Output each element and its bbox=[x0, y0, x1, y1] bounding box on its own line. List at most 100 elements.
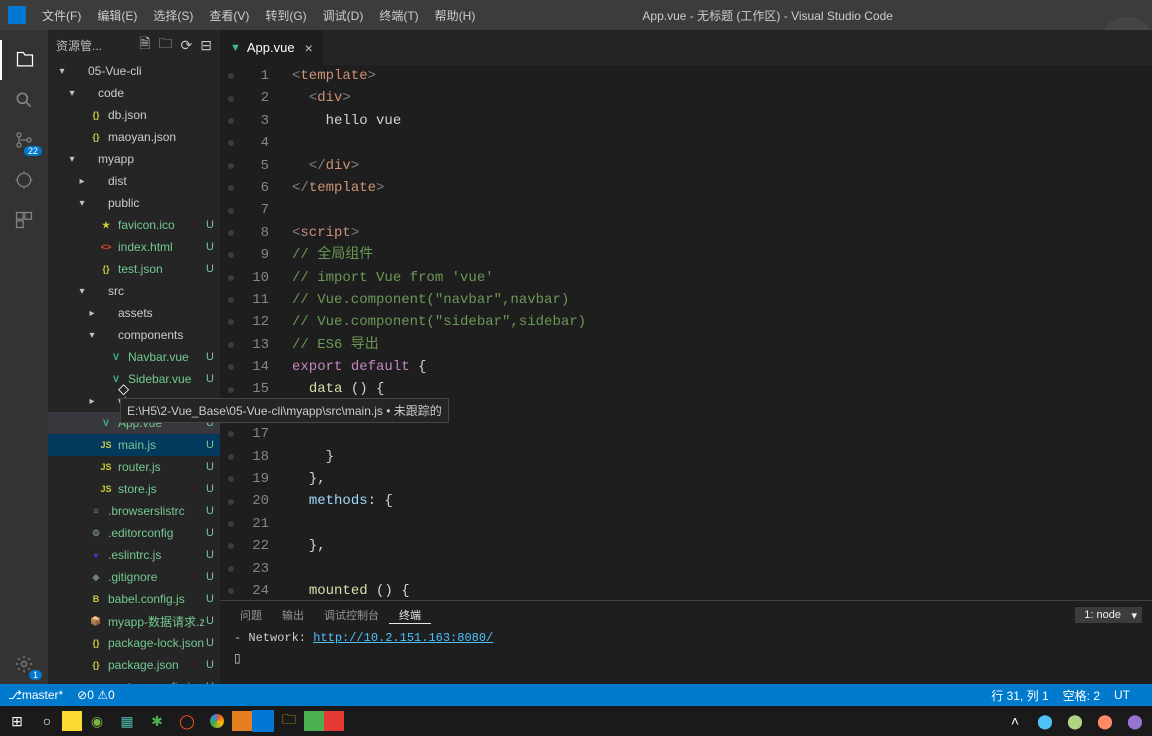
refresh-icon[interactable]: ⟳ bbox=[181, 37, 193, 54]
status-errors[interactable]: ⊘ 0 ⚠ 0 bbox=[77, 688, 115, 702]
terminal-network-url[interactable]: http://10.2.151.163:8080/ bbox=[313, 631, 493, 645]
explorer-icon[interactable] bbox=[0, 40, 48, 80]
menu-file[interactable]: 文件(F) bbox=[34, 7, 89, 24]
taskbar-app-5[interactable]: ◯ bbox=[172, 707, 202, 735]
folder-code[interactable]: ▾code bbox=[48, 82, 220, 104]
taskbar-app-10[interactable] bbox=[324, 711, 344, 731]
file--browserslistrc[interactable]: ≡.browserslistrcU bbox=[48, 500, 220, 522]
{}-icon: {} bbox=[88, 110, 104, 120]
file-package-lock-json[interactable]: {}package-lock.jsonU bbox=[48, 632, 220, 654]
tab-app-vue[interactable]: ▼ App.vue × bbox=[220, 30, 324, 65]
taskbar-app-7[interactable] bbox=[232, 711, 252, 731]
tree-item-label: .gitignore bbox=[108, 570, 204, 584]
tray-icon-1[interactable]: ⬤ bbox=[1030, 707, 1060, 735]
tree-item-label: index.html bbox=[118, 240, 204, 254]
close-icon[interactable]: × bbox=[305, 40, 313, 56]
collapse-icon[interactable]: ⊟ bbox=[200, 37, 212, 54]
status-branch[interactable]: ⎇ master* bbox=[8, 688, 63, 702]
folder-myapp[interactable]: ▾myapp bbox=[48, 148, 220, 170]
source-control-icon[interactable]: 22 bbox=[0, 120, 48, 160]
taskbar-app-6[interactable] bbox=[202, 707, 232, 735]
taskbar-app-3[interactable]: ▦ bbox=[112, 707, 142, 735]
gear-icon[interactable]: 1 bbox=[0, 644, 48, 684]
tree-item-label: maoyan.json bbox=[108, 130, 204, 144]
status-spaces[interactable]: 空格: 2 bbox=[1063, 687, 1100, 704]
file-test-json[interactable]: {}test.jsonU bbox=[48, 258, 220, 280]
file-maoyan-json[interactable]: {} maoyan.json bbox=[48, 126, 220, 148]
panel-tab-output[interactable]: 输出 bbox=[272, 607, 314, 623]
file-postcss-config-js[interactable]: ●postcss.config.jsU bbox=[48, 676, 220, 684]
editor-area: ▼ App.vue × 1234567891011121314151617181… bbox=[220, 30, 1152, 684]
file-index-html[interactable]: <>index.htmlU bbox=[48, 236, 220, 258]
file-babel-config-js[interactable]: Bbabel.config.jsU bbox=[48, 588, 220, 610]
new-folder-icon[interactable]: 🗀 bbox=[159, 33, 173, 57]
panel-tab-terminal[interactable]: 终端 bbox=[389, 607, 431, 624]
tree-item-label: Navbar.vue bbox=[128, 350, 204, 364]
menu-debug[interactable]: 调试(D) bbox=[315, 7, 372, 24]
folder-assets[interactable]: ▸assets bbox=[48, 302, 220, 324]
menu-help[interactable]: 帮助(H) bbox=[427, 7, 484, 24]
taskbar-app-9[interactable] bbox=[304, 711, 324, 731]
folder-05-Vue-cli[interactable]: ▾05-Vue-cli bbox=[48, 60, 220, 82]
file-favicon-ico[interactable]: ★favicon.icoU bbox=[48, 214, 220, 236]
taskbar-app-4[interactable]: ✱ bbox=[142, 707, 172, 735]
menu-edit[interactable]: 编辑(E) bbox=[89, 7, 145, 24]
menu-view[interactable]: 查看(V) bbox=[201, 7, 257, 24]
terminal-cursor: ▯ bbox=[234, 652, 241, 666]
folder-dist[interactable]: ▸dist bbox=[48, 170, 220, 192]
tab-label: App.vue bbox=[247, 40, 295, 55]
file-db-json[interactable]: {}db.json bbox=[48, 104, 220, 126]
start-icon[interactable]: ⊞ bbox=[2, 707, 32, 735]
taskbar-app-8[interactable]: 🗀 bbox=[274, 707, 304, 735]
tree-item-label: store.js bbox=[118, 482, 204, 496]
taskbar-app-2[interactable]: ◉ bbox=[82, 707, 112, 735]
file-main-js[interactable]: JSmain.jsU bbox=[48, 434, 220, 456]
editor-tabs: ▼ App.vue × bbox=[220, 30, 1152, 65]
{}-icon: {} bbox=[88, 132, 104, 142]
file-router-js[interactable]: JSrouter.jsU bbox=[48, 456, 220, 478]
search-icon[interactable] bbox=[0, 80, 48, 120]
menu-goto[interactable]: 转到(G) bbox=[257, 7, 314, 24]
tray-icon-4[interactable]: ⬤ bbox=[1120, 707, 1150, 735]
file-tree[interactable]: ▾05-Vue-cli▾code{}db.json{}maoyan.json▾m… bbox=[48, 60, 220, 684]
menu-select[interactable]: 选择(S) bbox=[145, 7, 201, 24]
tree-item-label: router.js bbox=[118, 460, 204, 474]
taskbar-vscode[interactable] bbox=[252, 710, 274, 732]
new-file-icon[interactable]: 🗎 bbox=[139, 33, 150, 57]
file--gitignore[interactable]: ◆.gitignoreU bbox=[48, 566, 220, 588]
file--eslintrc-js[interactable]: ●.eslintrc.jsU bbox=[48, 544, 220, 566]
file--editorconfig[interactable]: ⚙.editorconfigU bbox=[48, 522, 220, 544]
terminal-body[interactable]: - Network: http://10.2.151.163:8080/ ▯ bbox=[220, 629, 1152, 684]
git-status: U bbox=[204, 549, 216, 561]
terminal-dropdown[interactable]: 1: node bbox=[1075, 607, 1142, 623]
folder-public[interactable]: ▾public bbox=[48, 192, 220, 214]
menu-terminal[interactable]: 终端(T) bbox=[371, 7, 426, 24]
⚙-icon: ⚙ bbox=[88, 528, 104, 539]
folder-components[interactable]: ▾components bbox=[48, 324, 220, 346]
activity-bar: 22 1 bbox=[0, 30, 48, 684]
folder-src[interactable]: ▾src bbox=[48, 280, 220, 302]
file-store-js[interactable]: JSstore.jsU bbox=[48, 478, 220, 500]
tray-icon-2[interactable]: ⬤ bbox=[1060, 707, 1090, 735]
gear-badge: 1 bbox=[29, 670, 42, 680]
cortana-icon[interactable]: ○ bbox=[32, 707, 62, 735]
tree-item-label: myapp bbox=[98, 152, 204, 166]
extensions-icon[interactable] bbox=[0, 200, 48, 240]
taskbar-app-1[interactable] bbox=[62, 711, 82, 731]
file-Sidebar-vue[interactable]: VSidebar.vueU bbox=[48, 368, 220, 390]
file-package-json[interactable]: {}package.jsonU bbox=[48, 654, 220, 676]
file-myapp-数据请求-zip[interactable]: 📦myapp-数据请求.zipU bbox=[48, 610, 220, 632]
tray-icon-3[interactable]: ⬤ bbox=[1090, 707, 1120, 735]
{}-icon: {} bbox=[88, 638, 104, 648]
debug-icon[interactable] bbox=[0, 160, 48, 200]
editor-body[interactable]: 1234567891011121314151617181920212223242… bbox=[220, 65, 1152, 600]
git-status: U bbox=[204, 373, 216, 385]
panel-tab-problems[interactable]: 问题 bbox=[230, 607, 272, 623]
file-Navbar-vue[interactable]: VNavbar.vueU bbox=[48, 346, 220, 368]
windows-taskbar: ⊞ ○ ◉ ▦ ✱ ◯ 🗀 ˄ ⬤ ⬤ ⬤ ⬤ bbox=[0, 706, 1152, 736]
status-encoding[interactable]: UT bbox=[1114, 688, 1130, 702]
panel-tab-debug-console[interactable]: 调试控制台 bbox=[314, 607, 389, 623]
git-status: U bbox=[204, 483, 216, 495]
status-position[interactable]: 行 31, 列 1 bbox=[991, 687, 1048, 704]
tray-chevron-icon[interactable]: ˄ bbox=[1000, 707, 1030, 735]
